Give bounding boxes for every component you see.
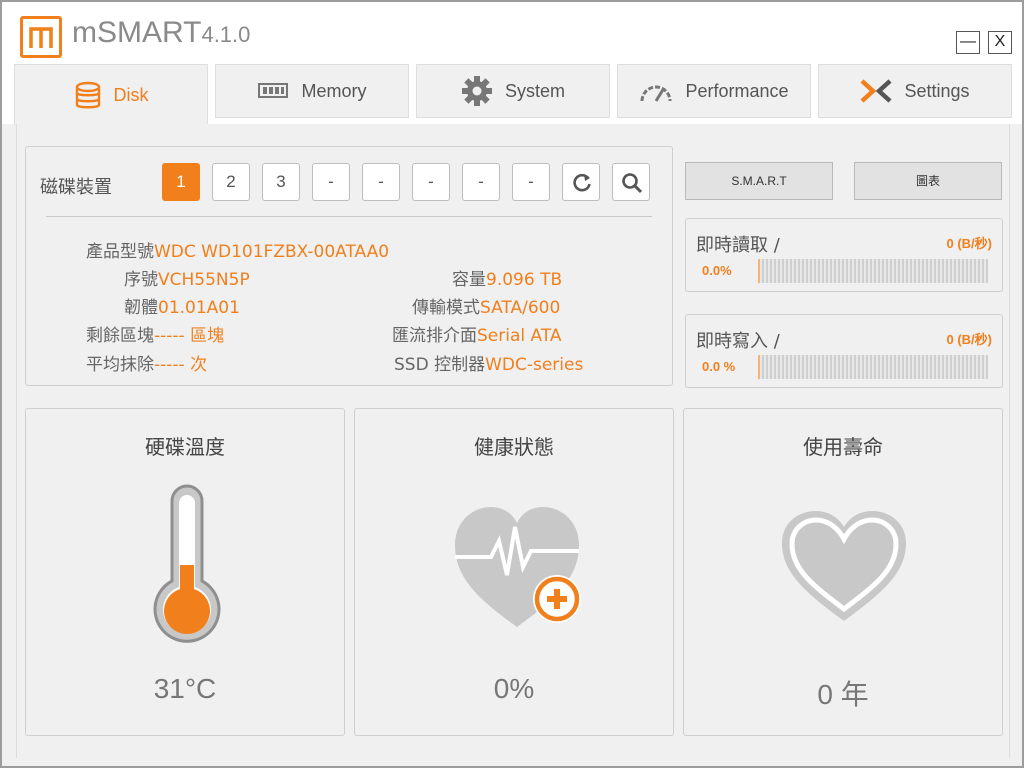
health-title: 健康狀態 — [474, 435, 554, 459]
settings-x-icon — [860, 78, 892, 104]
remaining-blocks-row: 剩餘區塊----- 區塊 — [86, 321, 224, 346]
device-info-panel: 磁碟裝置 1 2 3 - - - - - 產品型號WDC WD101FZBX-0… — [25, 146, 673, 386]
capacity-value: 9.096 TB — [486, 270, 563, 290]
transfer-mode-value: SATA/600 — [480, 298, 561, 318]
write-title: 即時寫入 / — [696, 331, 780, 352]
bus-interface-value: Serial ATA — [477, 326, 562, 346]
lifespan-value: 0 年 — [817, 679, 869, 710]
temperature-card: 硬碟溫度 31°C — [25, 408, 345, 736]
read-bar-start — [758, 259, 760, 283]
speedometer-icon — [639, 78, 673, 104]
lifespan-card: 使用壽命 0 年 — [683, 408, 1003, 736]
device-button-3[interactable]: 3 — [262, 163, 300, 201]
read-progress-bar — [758, 259, 988, 283]
device-button-7[interactable]: - — [462, 163, 500, 201]
tab-system[interactable]: System — [416, 64, 610, 118]
search-button[interactable] — [612, 163, 650, 201]
realtime-read-panel: 即時讀取 / 0 (B/秒) 0.0% — [685, 218, 1003, 292]
model-key: 產品型號 — [86, 242, 154, 262]
write-bar-start — [758, 355, 760, 379]
health-value: 0% — [493, 673, 535, 704]
temperature-value: 31°C — [153, 673, 217, 704]
wear-leveling-value: ----- 次 — [154, 355, 208, 375]
firmware-value: 01.01A01 — [158, 298, 240, 318]
capacity-key: 容量 — [452, 270, 486, 290]
tab-disk-label: Disk — [113, 85, 149, 105]
app-logo-icon — [20, 16, 62, 58]
app-window: mSMART4.1.0 — X Disk Memory System Perfo… — [0, 0, 1024, 768]
tab-system-label: System — [504, 80, 565, 101]
bus-interface-key: 匯流排介面 — [392, 326, 477, 346]
health-heart-plus-icon — [455, 507, 581, 627]
remaining-blocks-key: 剩餘區塊 — [86, 326, 154, 346]
thermometer-icon — [153, 484, 221, 643]
transfer-mode-row: 傳輸模式SATA/600 — [412, 293, 560, 318]
wear-leveling-row: 平均抹除----- 次 — [86, 350, 207, 375]
refresh-button[interactable] — [562, 163, 600, 201]
search-icon — [622, 173, 643, 194]
ssd-controller-key: SSD 控制器 — [394, 355, 486, 375]
chart-button[interactable]: 圖表 — [854, 162, 1002, 200]
smart-button[interactable]: S.M.A.R.T — [685, 162, 833, 200]
database-icon — [74, 81, 102, 111]
tab-disk[interactable]: Disk — [14, 64, 208, 126]
tab-memory[interactable]: Memory — [215, 64, 409, 118]
app-name: mSMART — [72, 16, 202, 49]
read-percent: 0.0% — [702, 263, 732, 278]
app-version: 4.1.0 — [201, 22, 251, 47]
ssd-controller-row: SSD 控制器WDC-series — [394, 350, 583, 375]
heart-icon — [782, 511, 906, 621]
minimize-button[interactable]: — — [956, 31, 980, 54]
gear-icon — [461, 75, 493, 107]
tab-settings[interactable]: Settings — [818, 64, 1012, 118]
device-button-2[interactable]: 2 — [212, 163, 250, 201]
bus-interface-row: 匯流排介面Serial ATA — [392, 321, 562, 346]
tab-settings-label: Settings — [904, 80, 970, 101]
serial-key: 序號 — [124, 270, 158, 290]
health-card: 健康狀態 0% — [354, 408, 674, 736]
temperature-title: 硬碟溫度 — [145, 435, 225, 459]
write-rate: 0 (B/秒) — [946, 332, 992, 347]
disk-content: 磁碟裝置 1 2 3 - - - - - 產品型號WDC WD101FZBX-0… — [16, 124, 1010, 758]
wear-leveling-key: 平均抹除 — [86, 355, 154, 375]
model-value: WDC WD101FZBX-00ATAA0 — [154, 242, 390, 262]
title-bar: mSMART4.1.0 — X — [2, 2, 1022, 64]
device-button-1[interactable]: 1 — [162, 163, 200, 201]
serial-row: 序號VCH55N5P — [124, 265, 250, 290]
lifespan-title: 使用壽命 — [803, 435, 883, 459]
device-button-6[interactable]: - — [412, 163, 450, 201]
divider — [46, 216, 652, 217]
ssd-controller-value: WDC-series — [485, 355, 584, 375]
serial-value: VCH55N5P — [158, 270, 250, 290]
close-button[interactable]: X — [988, 31, 1012, 54]
firmware-key: 韌體 — [124, 298, 158, 318]
device-button-8[interactable]: - — [512, 163, 550, 201]
write-percent: 0.0 % — [702, 359, 736, 374]
write-progress-bar — [758, 355, 988, 379]
capacity-row: 容量9.096 TB — [452, 265, 562, 290]
transfer-mode-key: 傳輸模式 — [412, 298, 480, 318]
tab-performance-label: Performance — [685, 80, 789, 101]
device-button-4[interactable]: - — [312, 163, 350, 201]
read-rate: 0 (B/秒) — [946, 236, 992, 251]
tab-performance[interactable]: Performance — [617, 64, 811, 118]
firmware-row: 韌體01.01A01 — [124, 293, 240, 318]
read-title: 即時讀取 / — [696, 235, 780, 256]
device-label: 磁碟裝置 — [40, 177, 112, 198]
realtime-write-panel: 即時寫入 / 0 (B/秒) 0.0 % — [685, 314, 1003, 388]
app-title: mSMART4.1.0 — [72, 16, 250, 50]
memory-chip-icon — [257, 81, 289, 101]
remaining-blocks-value: ----- 區塊 — [154, 326, 225, 346]
device-button-5[interactable]: - — [362, 163, 400, 201]
model-row: 產品型號WDC WD101FZBX-00ATAA0 — [86, 237, 389, 262]
tab-memory-label: Memory — [301, 80, 367, 101]
refresh-icon — [573, 173, 591, 192]
